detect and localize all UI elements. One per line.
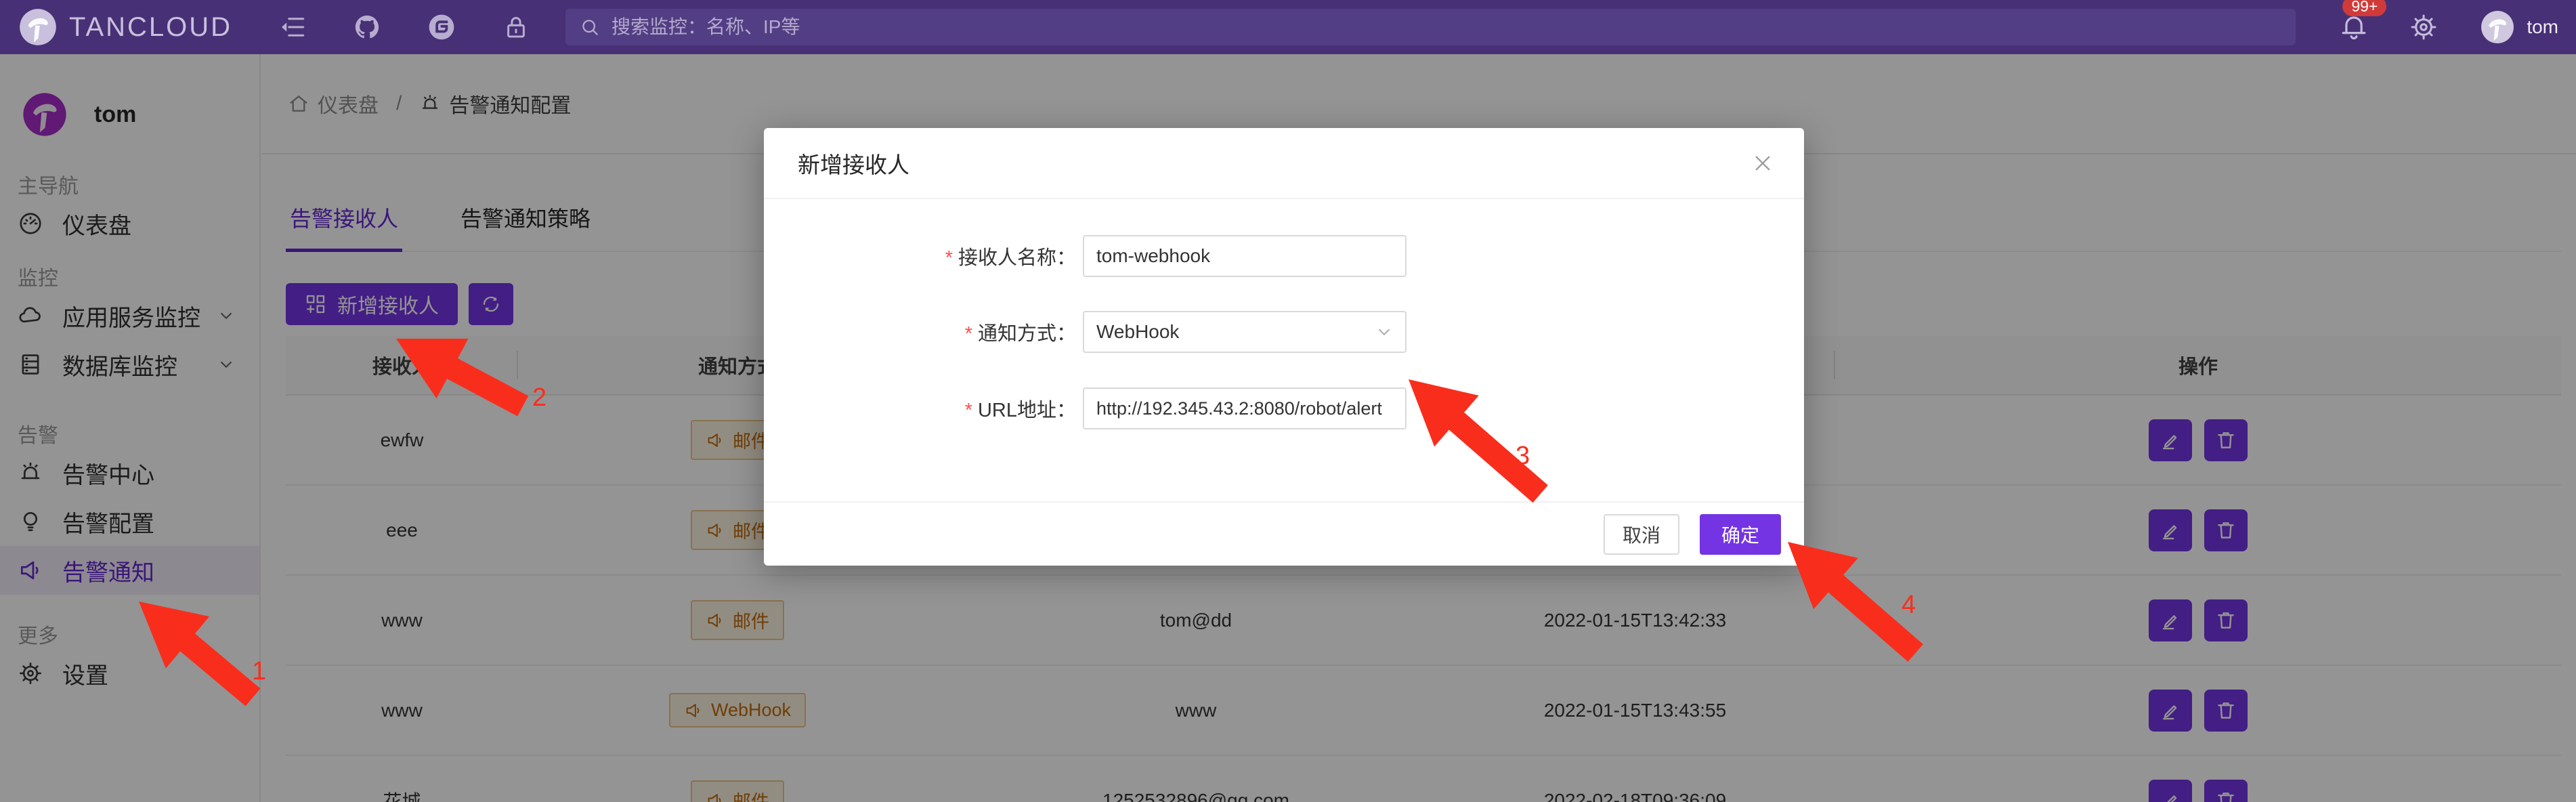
field-label: * URL地址： bbox=[764, 394, 1076, 423]
url-label: URL地址： bbox=[978, 400, 1076, 421]
cancel-button[interactable]: 取消 bbox=[1604, 514, 1679, 555]
brand[interactable]: TANCLOUD bbox=[19, 8, 232, 46]
github-icon[interactable] bbox=[353, 13, 381, 41]
modal-title: 新增接收人 bbox=[798, 147, 909, 180]
confirm-button[interactable]: 确定 bbox=[1700, 514, 1781, 555]
field-label: * 通知方式： bbox=[764, 318, 1076, 346]
add-recipient-modal: 新增接收人 *接收人名称： *通知方式： WebHook *URL地址： bbox=[764, 128, 1804, 566]
recipient-name-input[interactable] bbox=[1095, 245, 1394, 268]
top-navbar: TANCLOUD 99+ tom bbox=[0, 0, 2576, 54]
user-avatar[interactable] bbox=[2481, 10, 2514, 44]
recipient-name-label: 接收人名称： bbox=[958, 247, 1076, 269]
required-mark: * bbox=[945, 247, 953, 269]
modal-close-button[interactable] bbox=[1751, 152, 1774, 175]
gitee-icon[interactable] bbox=[427, 13, 456, 41]
tancloud-logo-icon bbox=[19, 8, 57, 46]
recipient-name-box bbox=[1083, 235, 1407, 277]
chevron-down-icon bbox=[1374, 322, 1394, 342]
notifications-button[interactable]: 99+ bbox=[2338, 12, 2369, 43]
search-input[interactable] bbox=[610, 16, 2170, 39]
field-recipient-name: *接收人名称： bbox=[764, 235, 1804, 277]
menu-fold-icon[interactable] bbox=[278, 13, 307, 41]
navbar-right: 99+ tom bbox=[2338, 0, 2576, 54]
notification-badge: 99+ bbox=[2342, 0, 2386, 16]
close-icon bbox=[1751, 152, 1774, 175]
navbar-username[interactable]: tom bbox=[2527, 16, 2558, 38]
required-mark: * bbox=[965, 323, 972, 345]
modal-footer: 取消 确定 bbox=[764, 501, 1804, 566]
search-icon bbox=[579, 16, 601, 38]
field-label: *接收人名称： bbox=[764, 242, 1076, 270]
notice-method-label: 通知方式： bbox=[978, 323, 1076, 345]
field-url: * URL地址： bbox=[764, 387, 1804, 429]
app-window: TANCLOUD 99+ tom tom 主导航 仪表盘 bbox=[0, 0, 2576, 802]
notice-method-select[interactable]: WebHook bbox=[1083, 311, 1407, 353]
lock-icon[interactable] bbox=[502, 13, 530, 41]
brand-name: TANCLOUD bbox=[69, 12, 232, 43]
settings-gear-icon[interactable] bbox=[2409, 12, 2439, 42]
url-box bbox=[1083, 387, 1407, 429]
modal-header: 新增接收人 bbox=[764, 128, 1804, 199]
field-notice-method: * 通知方式： WebHook bbox=[764, 311, 1804, 353]
url-input[interactable] bbox=[1095, 398, 1394, 420]
notice-method-value: WebHook bbox=[1096, 321, 1179, 343]
required-mark: * bbox=[965, 400, 972, 421]
global-search[interactable] bbox=[565, 9, 2296, 45]
